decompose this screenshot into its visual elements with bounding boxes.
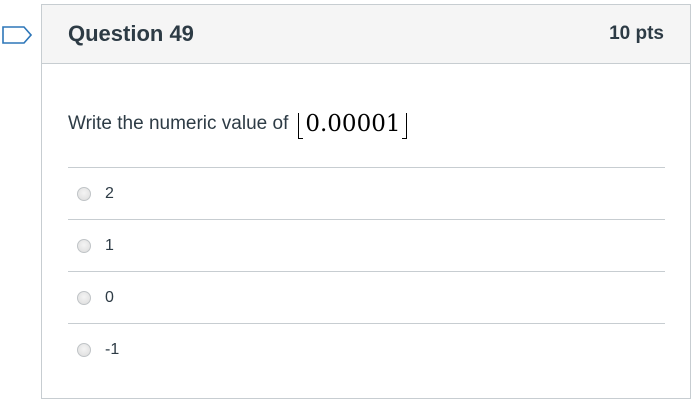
answer-radio[interactable] xyxy=(77,238,91,253)
answer-label: -1 xyxy=(105,341,120,358)
floor-left-bracket xyxy=(298,113,304,139)
answer-radio[interactable] xyxy=(77,290,91,305)
floor-expression: 0.00001 xyxy=(298,111,408,139)
question-prompt-text: Write the numeric value of xyxy=(68,113,289,134)
answer-label: 1 xyxy=(105,236,114,254)
question-body: Write the numeric value of 0.00001 2 1 0… xyxy=(42,102,690,376)
answer-option[interactable]: 0 xyxy=(68,272,665,324)
floor-expression-value: 0.00001 xyxy=(305,111,401,137)
answer-option[interactable]: 2 xyxy=(68,168,665,220)
answer-option[interactable]: -1 xyxy=(68,324,665,376)
answer-list: 2 1 0 -1 xyxy=(68,167,665,376)
answer-option[interactable]: 1 xyxy=(68,220,665,272)
flag-question-icon[interactable] xyxy=(2,26,32,44)
question-points: 10 pts xyxy=(609,23,664,44)
question-card: Question 49 10 pts Write the numeric val… xyxy=(41,4,691,399)
question-header: Question 49 10 pts xyxy=(42,5,690,64)
question-title: Question 49 xyxy=(68,21,194,46)
floor-right-bracket xyxy=(402,113,408,139)
answer-label: 0 xyxy=(105,288,114,306)
answer-radio[interactable] xyxy=(77,186,91,201)
question-prompt: Write the numeric value of 0.00001 xyxy=(68,102,665,146)
answer-label: 2 xyxy=(105,184,114,202)
quiz-page: Question 49 10 pts Write the numeric val… xyxy=(0,0,700,420)
answer-radio[interactable] xyxy=(77,343,91,357)
